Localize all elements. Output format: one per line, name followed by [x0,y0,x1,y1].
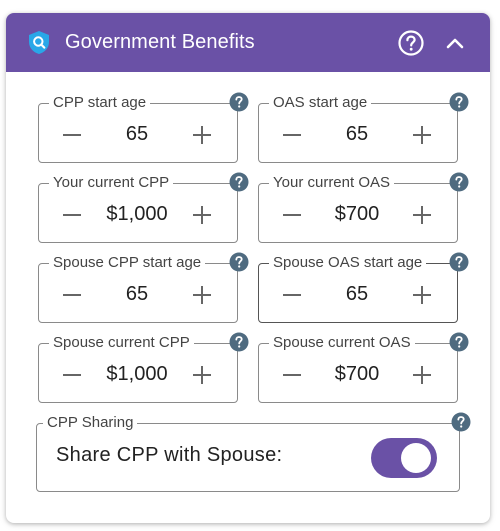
panel-header: Government Benefits [6,13,490,72]
cpp-start-age-stepper: CPP start age 65 [38,92,249,163]
help-icon[interactable] [229,92,249,112]
decrement-button[interactable] [62,285,82,305]
stepper-value[interactable]: $700 [309,360,405,388]
decrement-button[interactable] [282,365,302,385]
help-icon[interactable] [449,172,469,192]
field-label: Your current OAS [269,175,395,191]
decrement-button[interactable] [282,205,302,225]
spouse-cpp-start-age-stepper: Spouse CPP start age 65 [38,252,249,323]
your-current-oas-stepper: Your current OAS $700 [258,172,469,243]
increment-button[interactable] [412,365,432,385]
increment-button[interactable] [192,205,212,225]
field-label: Spouse current CPP [49,335,194,351]
decrement-button[interactable] [62,365,82,385]
government-benefits-panel: Government Benefits CPP start age 65 OAS… [6,13,490,523]
stepper-value[interactable]: 65 [309,120,405,148]
increment-button[interactable] [412,205,432,225]
increment-button[interactable] [412,125,432,145]
share-cpp-toggle[interactable] [371,438,437,478]
decrement-button[interactable] [62,125,82,145]
increment-button[interactable] [192,285,212,305]
help-icon[interactable] [229,172,249,192]
shield-icon [29,31,49,54]
decrement-button[interactable] [62,205,82,225]
help-icon[interactable] [229,332,249,352]
field-label: Your current CPP [49,175,174,191]
stepper-value[interactable]: 65 [89,120,185,148]
help-icon[interactable] [451,412,471,432]
stepper-value[interactable]: 65 [309,280,405,308]
increment-button[interactable] [192,125,212,145]
decrement-button[interactable] [282,125,302,145]
help-icon[interactable] [449,252,469,272]
help-icon[interactable] [449,92,469,112]
cpp-sharing-legend: CPP Sharing [43,415,138,431]
decrement-button[interactable] [282,285,302,305]
spouse-current-cpp-stepper: Spouse current CPP $1,000 [38,332,249,403]
oas-start-age-stepper: OAS start age 65 [258,92,469,163]
cpp-sharing-group: CPP Sharing Share CPP with Spouse: [36,412,471,492]
help-icon[interactable] [229,252,249,272]
spouse-oas-start-age-stepper: Spouse OAS start age 65 [258,252,469,323]
panel-title: Government Benefits [65,31,255,53]
spouse-current-oas-stepper: Spouse current OAS $700 [258,332,469,403]
field-label: Spouse current OAS [269,335,415,351]
help-circle-icon[interactable] [398,30,424,56]
field-label: OAS start age [269,95,372,111]
field-label: Spouse CPP start age [49,255,206,271]
your-current-cpp-stepper: Your current CPP $1,000 [38,172,249,243]
increment-button[interactable] [412,285,432,305]
toggle-knob [401,443,431,473]
help-icon[interactable] [449,332,469,352]
field-label: CPP start age [49,95,151,111]
stepper-value[interactable]: $700 [309,200,405,228]
share-cpp-label: Share CPP with Spouse: [56,444,283,466]
chevron-up-icon[interactable] [444,32,466,54]
stepper-value[interactable]: $1,000 [89,360,185,388]
stepper-value[interactable]: $1,000 [89,200,185,228]
stepper-value[interactable]: 65 [89,280,185,308]
increment-button[interactable] [192,365,212,385]
field-label: Spouse OAS start age [269,255,427,271]
